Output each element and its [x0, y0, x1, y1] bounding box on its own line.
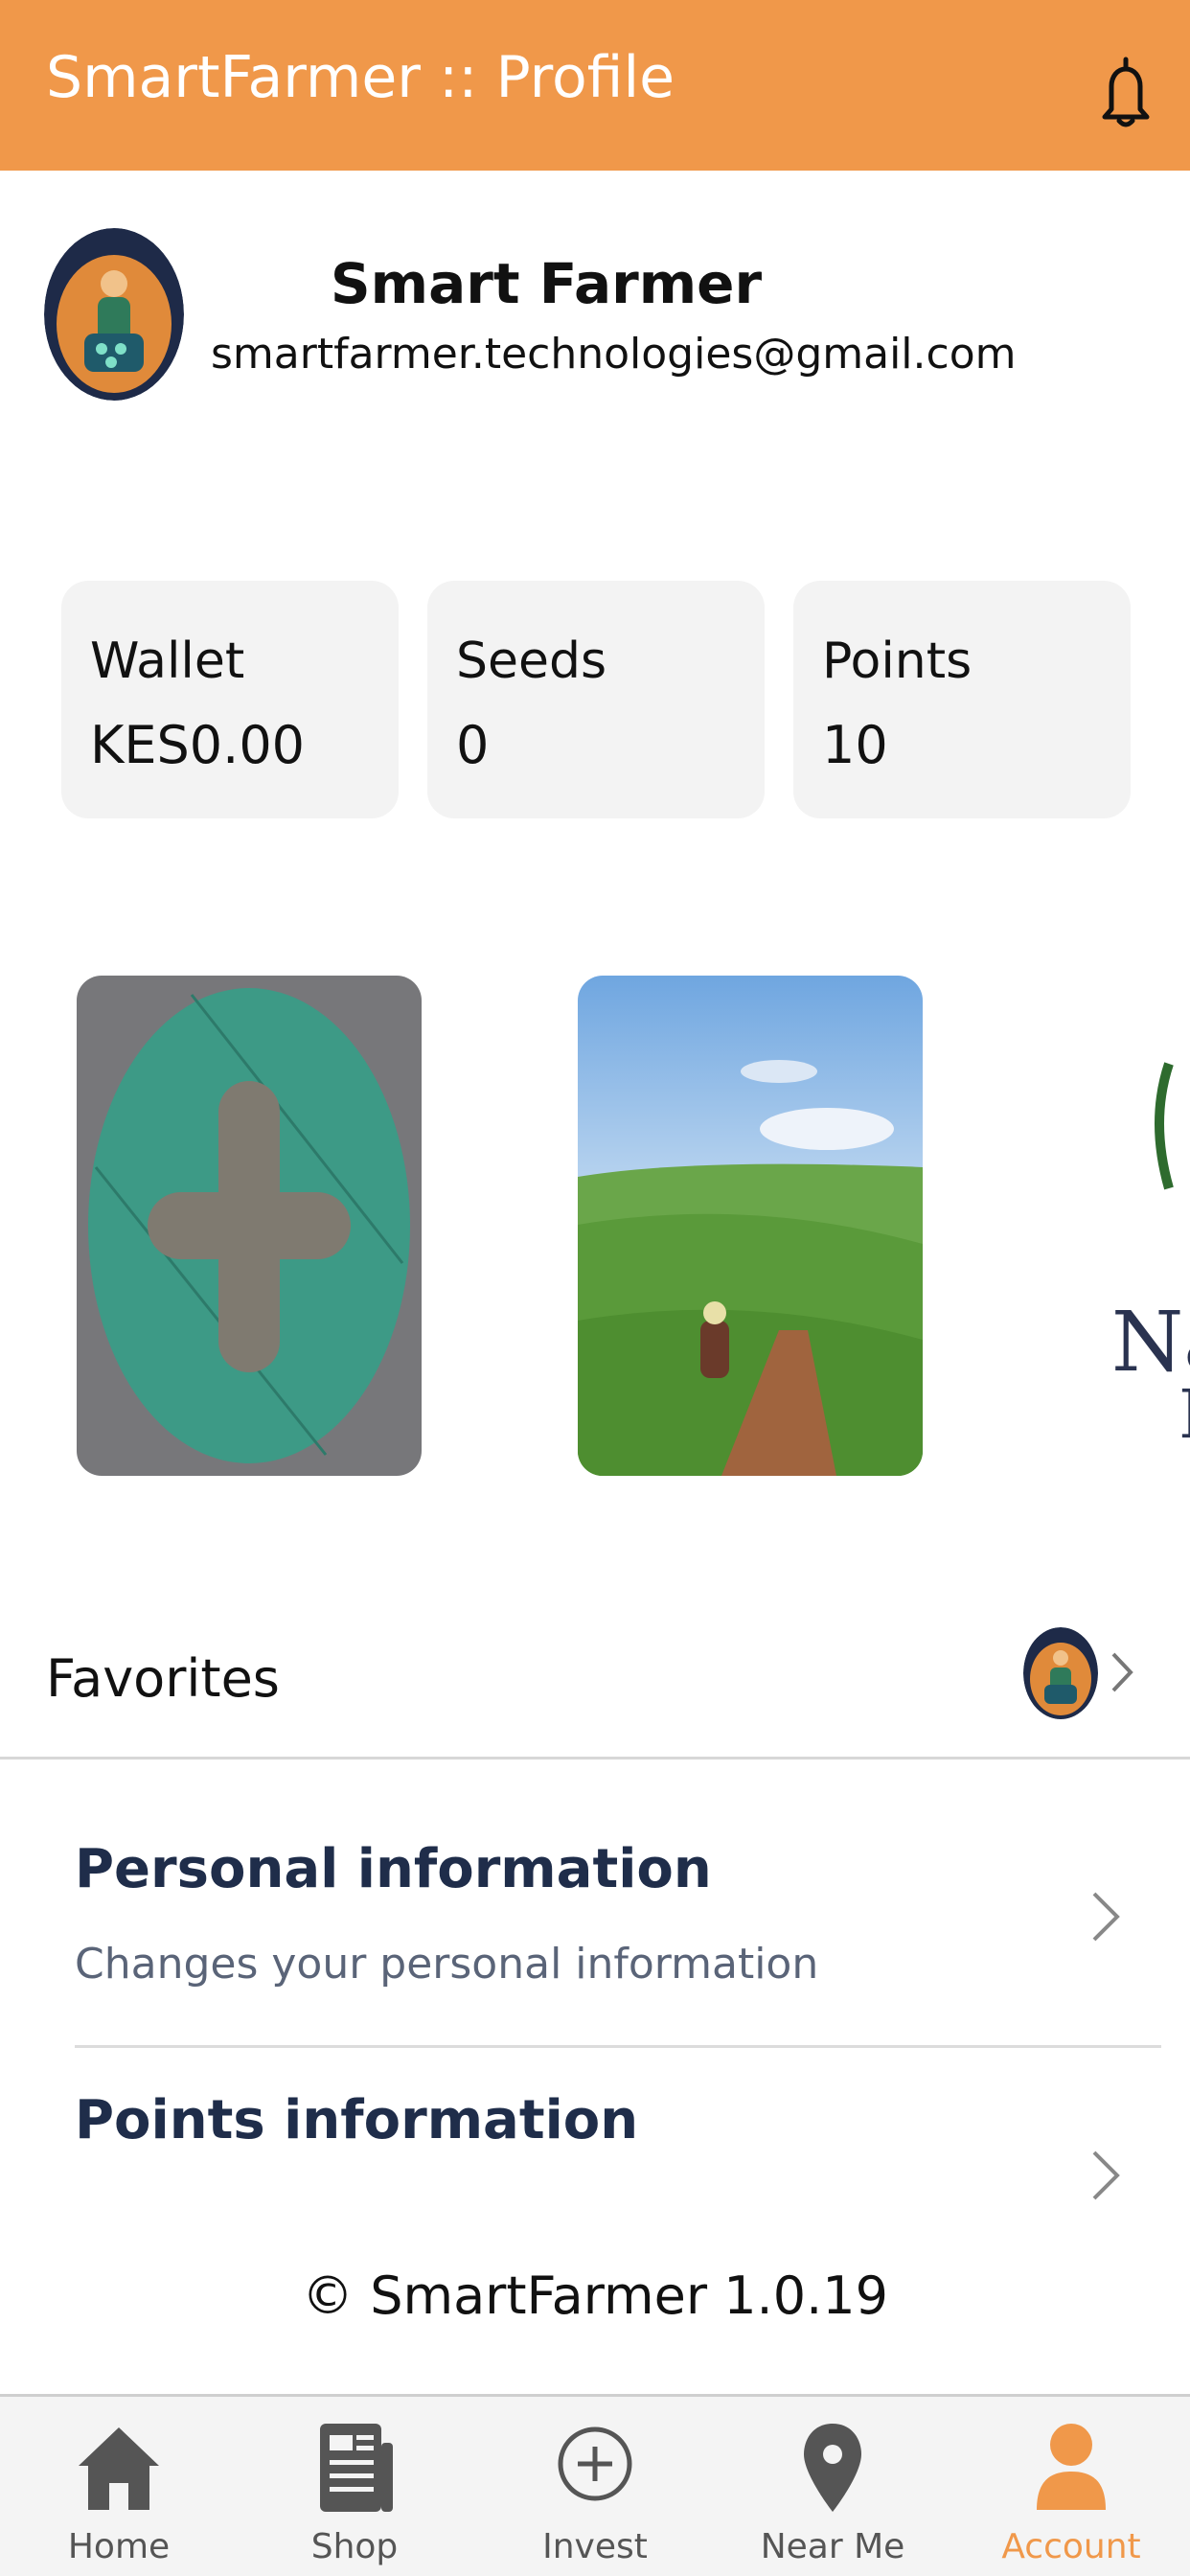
tab-account[interactable]: Account [975, 2416, 1167, 2576]
points-label: Points [822, 632, 973, 690]
tab-shop[interactable]: Shop [259, 2416, 450, 2576]
tab-near-me[interactable]: Near Me [737, 2416, 928, 2576]
personal-information-title: Personal information [75, 1838, 712, 1900]
newspaper-icon [320, 2424, 393, 2512]
seeds-card[interactable]: Seeds 0 [427, 581, 765, 818]
tab-home[interactable]: Home [23, 2416, 215, 2576]
personal-information-item[interactable]: Personal information Changes your person… [75, 1838, 1161, 2030]
svg-text:I: I [1179, 1375, 1190, 1454]
app-header: SmartFarmer :: Profile [0, 0, 1190, 171]
bottom-tab-bar: Home Shop Invest Near Me Account [0, 2394, 1190, 2576]
copyright-text: © SmartFarmer 1.0.19 [302, 2266, 888, 2326]
plus-circle-icon [558, 2426, 632, 2501]
points-information-title: Points information [75, 2089, 639, 2151]
chevron-right-icon [1092, 1892, 1120, 1942]
home-icon [79, 2427, 159, 2510]
menu-divider [75, 2045, 1161, 2048]
location-pin-icon [804, 2424, 861, 2512]
add-banner[interactable] [77, 976, 422, 1476]
favorites-row[interactable]: Favorites [0, 1610, 1190, 1760]
wallet-card[interactable]: Wallet KES0.00 [61, 581, 399, 818]
points-value: 10 [822, 715, 888, 775]
plus-icon [88, 988, 410, 1463]
page-title: SmartFarmer :: Profile [46, 44, 675, 111]
chevron-right-icon [1111, 1652, 1133, 1692]
wallet-value: KES0.00 [90, 715, 306, 775]
points-information-item[interactable]: Points information [75, 2089, 1161, 2223]
tab-account-label: Account [1001, 2527, 1141, 2566]
partner-logo-banner[interactable]: Na I [1092, 1035, 1190, 1476]
tab-invest[interactable]: Invest [499, 2416, 691, 2576]
favorites-label: Favorites [46, 1648, 280, 1709]
wallet-label: Wallet [90, 632, 245, 690]
personal-information-subtitle: Changes your personal information [75, 1940, 819, 1989]
user-icon [1037, 2424, 1106, 2510]
bell-icon[interactable] [1092, 54, 1159, 130]
chevron-right-icon [1092, 2150, 1120, 2200]
profile-email: smartfarmer.technologies@gmail.com [211, 330, 1017, 379]
points-card[interactable]: Points 10 [793, 581, 1131, 818]
farm-photo-banner[interactable] [578, 976, 923, 1476]
seeds-label: Seeds [456, 632, 607, 690]
tab-near-me-label: Near Me [760, 2527, 905, 2566]
seeds-value: 0 [456, 715, 490, 775]
tab-shop-label: Shop [310, 2527, 399, 2566]
tab-home-label: Home [67, 2527, 171, 2566]
profile-avatar[interactable] [44, 228, 184, 401]
tab-invest-label: Invest [542, 2527, 648, 2566]
profile-name: Smart Farmer [330, 251, 763, 316]
favorites-avatar [1023, 1627, 1098, 1719]
